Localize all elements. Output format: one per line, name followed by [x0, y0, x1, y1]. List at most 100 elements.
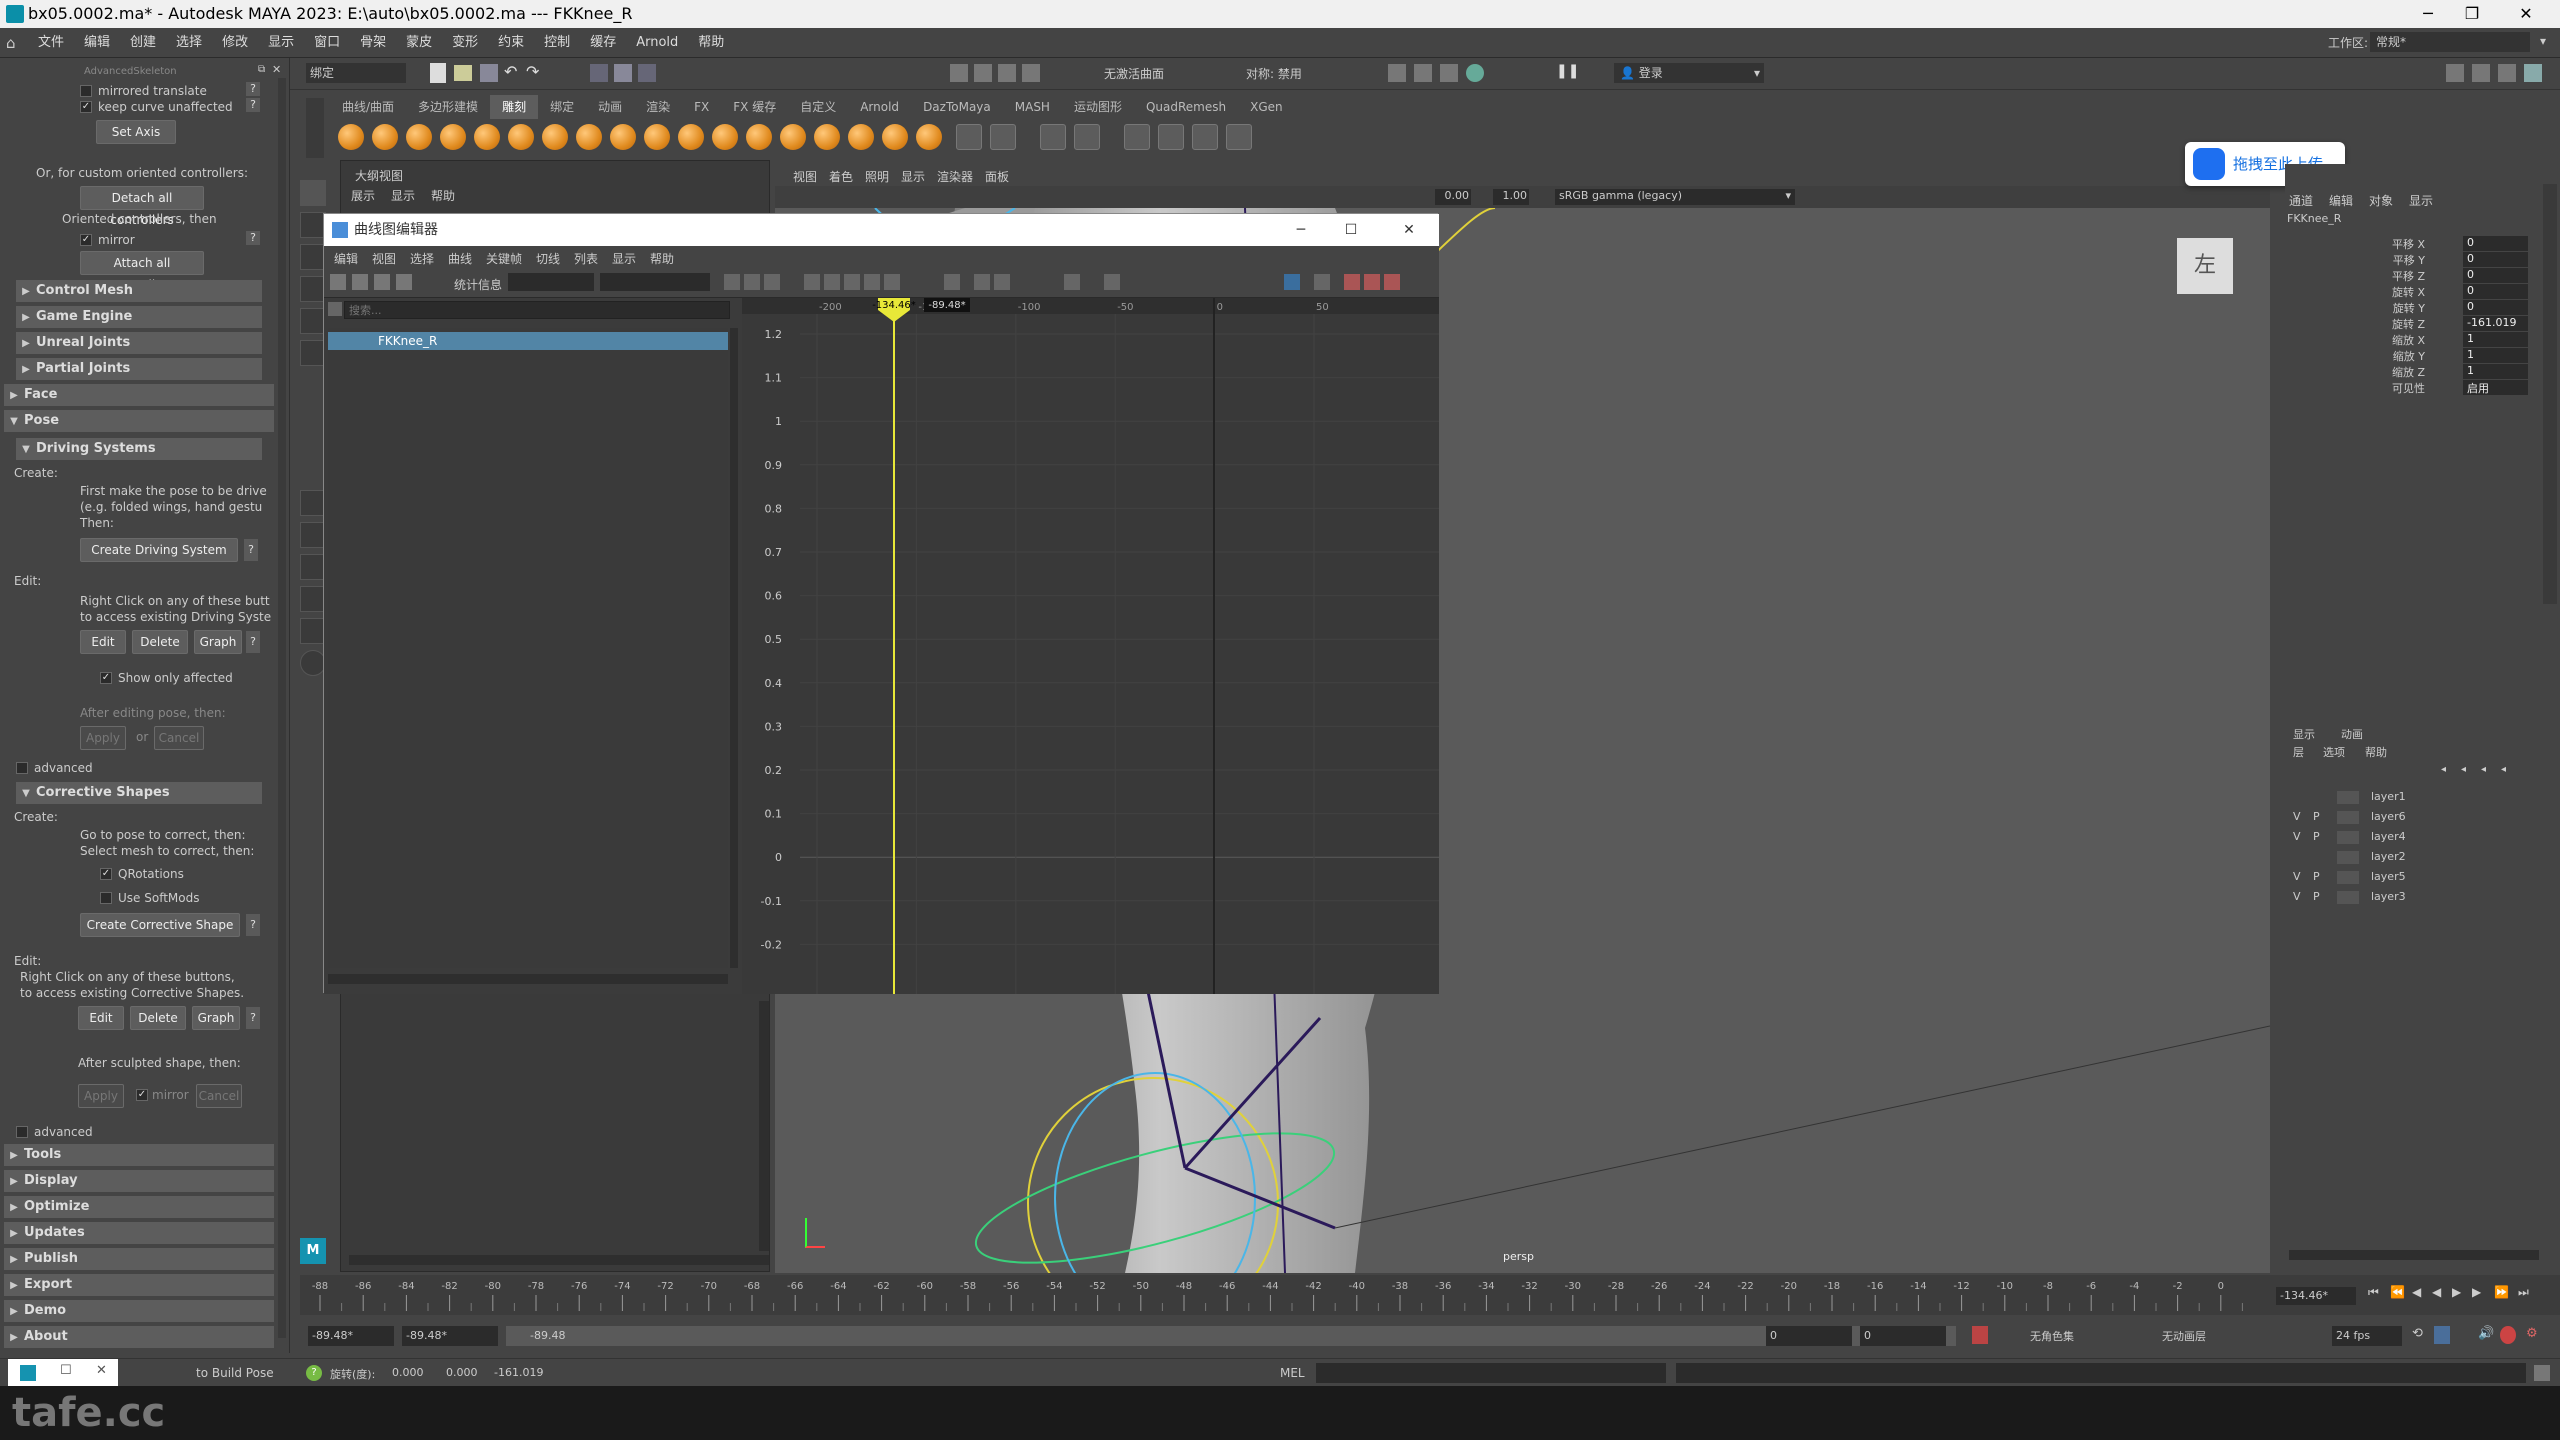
- help-icon[interactable]: ?: [306, 1365, 322, 1381]
- viewport-menu-renderer[interactable]: 渲染器: [937, 168, 973, 185]
- pause-icon[interactable]: ❚❚: [1556, 63, 1579, 79]
- graph-curve-area[interactable]: 1.2 1.1 1 0.9 0.8 0.7 0.6 0.5 0.4 0.3 0.2 0.1 0 -0.1 -…: [742, 298, 1439, 994]
- frame-control-mesh[interactable]: ▶ Control Mesh: [16, 280, 262, 302]
- graph-menu-curves[interactable]: 曲线: [448, 250, 472, 267]
- show-only-affected-checkbox[interactable]: ✓: [100, 672, 112, 684]
- softmod-tool-icon[interactable]: [1226, 124, 1252, 150]
- layer-menu-layers[interactable]: 层: [2293, 744, 2304, 760]
- layer-row[interactable]: layer2: [2289, 848, 2539, 867]
- graph-maximize-button[interactable]: ☐: [1336, 214, 1366, 246]
- workspace-lock-icon[interactable]: ▾: [2540, 34, 2546, 48]
- mirror-help[interactable]: ?: [246, 231, 260, 245]
- range-end-field[interactable]: 0: [1766, 1326, 1852, 1346]
- range-start-field[interactable]: -89.48*: [308, 1326, 394, 1346]
- shelf-tab-quadremesh[interactable]: QuadRemesh: [1134, 95, 1238, 119]
- layer-row[interactable]: V Player3: [2289, 888, 2539, 907]
- cb-node-name[interactable]: FKKnee_R: [2287, 212, 2341, 225]
- outliner-vscrollbar[interactable]: [759, 1001, 769, 1251]
- mirrored-translate-checkbox[interactable]: [80, 85, 92, 97]
- go-start-icon[interactable]: ⏮: [2368, 1285, 2379, 1300]
- layer-visibility-toggle[interactable]: V: [2293, 890, 2301, 903]
- layer-row[interactable]: V Player6: [2289, 808, 2539, 827]
- shelf-tab-custom[interactable]: 自定义: [788, 95, 848, 119]
- wrap-tool-icon[interactable]: [1158, 124, 1184, 150]
- trax-editor-icon[interactable]: [1364, 274, 1380, 290]
- pan-mode-icon[interactable]: [1314, 274, 1330, 290]
- menu-help[interactable]: 帮助: [688, 28, 734, 58]
- frame-partial-joints[interactable]: ▶ Partial Joints: [16, 358, 262, 380]
- layer-visibility-toggle[interactable]: V: [2293, 830, 2301, 843]
- step-forward-icon[interactable]: ▶︎: [2472, 1285, 2481, 1299]
- undo-icon[interactable]: ↶: [504, 62, 517, 81]
- select-hierarchy-icon[interactable]: [590, 64, 608, 82]
- hypershade-icon[interactable]: [1466, 64, 1484, 82]
- channel-box-icon[interactable]: [2524, 64, 2542, 82]
- render-settings-icon[interactable]: [1440, 64, 1458, 82]
- snap-point-icon[interactable]: [998, 64, 1016, 82]
- channel-value[interactable]: 0: [2463, 252, 2528, 267]
- go-end-icon[interactable]: ⏭: [2518, 1285, 2529, 1300]
- menu-edit[interactable]: 编辑: [74, 28, 120, 58]
- shelf-tab-arnold[interactable]: Arnold: [848, 95, 911, 119]
- shelf-tab-motion-graphics[interactable]: 运动图形: [1062, 95, 1134, 119]
- stats-field-1[interactable]: [508, 273, 594, 291]
- channel-value[interactable]: 0: [2463, 284, 2528, 299]
- channel-value[interactable]: 1: [2463, 332, 2528, 347]
- driving-cancel-button[interactable]: Cancel: [154, 726, 204, 750]
- channel-value[interactable]: 启用: [2463, 380, 2528, 395]
- script-editor-icon[interactable]: [2534, 1365, 2550, 1381]
- anim-layer-dropdown[interactable]: 无动画层: [2162, 1328, 2282, 1344]
- set-axis-button[interactable]: Set Axis: [96, 120, 176, 144]
- frame-driving-systems[interactable]: ▼ Driving Systems: [16, 438, 262, 460]
- frame-playback-icon[interactable]: [764, 274, 780, 290]
- time-editor-icon[interactable]: [1384, 274, 1400, 290]
- mirror-tool-icon[interactable]: [1040, 124, 1066, 150]
- keep-curve-checkbox[interactable]: ✓: [80, 101, 92, 113]
- shelf-tab-xgen[interactable]: XGen: [1238, 95, 1295, 119]
- snap-grid-icon[interactable]: [950, 64, 968, 82]
- frame-corrective-shapes[interactable]: ▼ Corrective Shapes: [16, 782, 262, 804]
- corr-graph-help[interactable]: ?: [246, 1007, 260, 1029]
- menu-display[interactable]: 显示: [258, 28, 304, 58]
- layer-color-swatch[interactable]: [2337, 871, 2359, 884]
- channel-row[interactable]: 平移 X 0: [2285, 236, 2535, 252]
- keep-curve-help[interactable]: ?: [246, 98, 260, 112]
- graph-close-button[interactable]: ✕: [1394, 214, 1424, 246]
- auto-key-icon[interactable]: [1972, 1326, 1988, 1344]
- symmetry-label[interactable]: 对称: 禁用: [1246, 65, 1302, 82]
- home-icon[interactable]: ⌂: [6, 34, 24, 52]
- outliner-menu-display[interactable]: 显示: [391, 187, 415, 204]
- list-item-selected[interactable]: FKKnee_R: [328, 332, 728, 350]
- viewport-field-b[interactable]: 1.00: [1493, 189, 1529, 205]
- cache-playback-icon[interactable]: [2434, 1326, 2450, 1344]
- relax-tool-icon[interactable]: [406, 124, 432, 150]
- driving-graph-help[interactable]: ?: [246, 631, 260, 653]
- layer-row[interactable]: layer1: [2289, 788, 2539, 807]
- cb-tab-edit[interactable]: 编辑: [2329, 192, 2353, 209]
- cb-tab-channels[interactable]: 通道: [2289, 192, 2313, 209]
- filter-icon[interactable]: [328, 302, 342, 316]
- range-outer-end-field[interactable]: 0: [1860, 1326, 1946, 1346]
- viewport-field-a[interactable]: 0.00: [1435, 189, 1471, 205]
- shelf-tab-poly[interactable]: 多边形建模: [406, 95, 490, 119]
- restore-button[interactable]: ❐: [2452, 0, 2492, 28]
- settings-icon[interactable]: ⚙: [2526, 1326, 2538, 1341]
- tangent-linear-icon[interactable]: [824, 274, 840, 290]
- close-tooltip-icon[interactable]: ✕: [96, 1363, 107, 1378]
- current-time-field[interactable]: -134.46*: [2276, 1287, 2356, 1305]
- imprint-tool-icon[interactable]: [644, 124, 670, 150]
- frame-tools[interactable]: ▶ Tools: [4, 1144, 274, 1166]
- frame-demo[interactable]: ▶ Demo: [4, 1300, 274, 1322]
- freeze-tool-icon[interactable]: [916, 124, 942, 150]
- layer-playback-toggle[interactable]: P: [2313, 870, 2320, 883]
- channel-row[interactable]: 平移 Y 0: [2285, 252, 2535, 268]
- corr-apply-button[interactable]: Apply: [78, 1084, 124, 1108]
- frame-about[interactable]: ▶ About: [4, 1326, 274, 1348]
- viewport-menu-shading[interactable]: 着色: [829, 168, 853, 185]
- menu-create[interactable]: 创建: [120, 28, 166, 58]
- select-object-icon[interactable]: [614, 64, 632, 82]
- ipr-render-icon[interactable]: [1414, 64, 1432, 82]
- viewport-menu-panels[interactable]: 面板: [985, 168, 1009, 185]
- channel-row[interactable]: 缩放 Y 1: [2285, 348, 2535, 364]
- frame-publish[interactable]: ▶ Publish: [4, 1248, 274, 1270]
